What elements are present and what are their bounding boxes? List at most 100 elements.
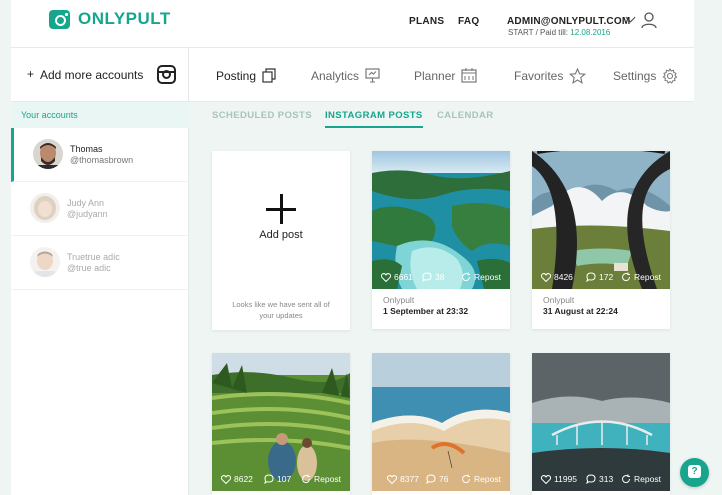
repost-button[interactable]: Repost xyxy=(461,272,501,282)
account-handle: @judyann xyxy=(67,209,108,219)
post-card[interactable]: 11995 313 Repost xyxy=(532,353,670,495)
tab-planner[interactable]: Planner xyxy=(414,68,477,83)
tab-posting[interactable]: Posting xyxy=(216,68,277,83)
plus-icon xyxy=(266,194,296,224)
post-stats: 8426 172 Repost xyxy=(532,263,670,289)
post-date: 1 September at 23:32 xyxy=(383,306,469,316)
comment-icon xyxy=(426,474,436,484)
tab-label: Posting xyxy=(216,68,257,83)
add-post-note: Looks like we have sent all of your upda… xyxy=(232,300,330,320)
likes-stat: 6661 xyxy=(381,272,413,282)
your-accounts-header: Your accounts xyxy=(11,102,189,128)
tab-analytics[interactable]: Analytics xyxy=(311,68,380,83)
repost-label: Repost xyxy=(474,474,501,484)
post-account: Onlypult xyxy=(383,295,415,305)
post-stats: 11995 313 Repost xyxy=(532,465,670,491)
likes-count: 8622 xyxy=(234,474,253,484)
presentation-icon xyxy=(365,68,380,83)
account-item-truetrue-adic[interactable]: Truetrue adic @true adic xyxy=(11,236,189,290)
tab-favorites[interactable]: Favorites xyxy=(514,68,587,84)
post-card[interactable]: 8377 76 Repost xyxy=(372,353,510,495)
add-accounts-label: Add more accounts xyxy=(40,68,144,82)
add-post-card[interactable]: Add post Looks like we have sent all of … xyxy=(212,151,350,330)
nav-plans-link[interactable]: PLANS xyxy=(409,16,444,27)
comments-stat: 38 xyxy=(422,272,444,282)
account-name: Thomas xyxy=(70,144,103,154)
account-email[interactable]: ADMIN@ONLYPULT.COM xyxy=(507,16,630,27)
comment-icon xyxy=(586,474,596,484)
repost-icon xyxy=(462,272,471,282)
likes-stat: 11995 xyxy=(541,474,577,484)
user-icon[interactable] xyxy=(641,12,657,29)
post-card[interactable]: 8426 172 Repost Onlypult 31 August at 22… xyxy=(532,151,670,329)
heart-icon xyxy=(541,474,551,484)
comment-icon xyxy=(422,272,432,282)
calendar-icon xyxy=(461,68,477,83)
repost-icon xyxy=(302,474,311,484)
repost-button[interactable]: Repost xyxy=(301,474,341,484)
tab-settings[interactable]: Settings xyxy=(613,68,678,84)
sidebar: + Add more accounts Your accounts Thomas… xyxy=(11,48,189,495)
comments-count: 76 xyxy=(439,474,449,484)
subtab-scheduled-posts[interactable]: SCHEDULED POSTS xyxy=(212,110,312,121)
repost-button[interactable]: Repost xyxy=(621,272,661,282)
brand-name: ONLYPULT xyxy=(78,9,171,28)
nav-faq-link[interactable]: FAQ xyxy=(458,16,479,27)
comment-icon xyxy=(586,272,596,282)
account-name: Truetrue adic xyxy=(67,252,120,262)
tab-label: Planner xyxy=(414,68,456,83)
account-handle: @true adic xyxy=(67,263,111,273)
logo[interactable]: ONLYPULT xyxy=(49,9,171,29)
help-chat-button[interactable]: ? xyxy=(680,458,709,487)
heart-icon xyxy=(381,272,391,282)
repost-label: Repost xyxy=(634,474,661,484)
account-plan: START / Paid till: 12.08.2016 xyxy=(508,28,610,37)
comment-icon xyxy=(264,474,274,484)
comments-stat: 172 xyxy=(586,272,613,282)
subtab-instagram-posts[interactable]: INSTAGRAM POSTS xyxy=(325,110,423,128)
likes-count: 8426 xyxy=(554,272,573,282)
copy-icon xyxy=(262,68,276,83)
plus-icon: + xyxy=(27,67,35,81)
comments-stat: 76 xyxy=(426,474,448,484)
star-icon xyxy=(569,68,587,84)
comments-count: 313 xyxy=(599,474,614,484)
account-item-judy-ann[interactable]: Judy Ann @judyann xyxy=(11,182,189,236)
post-account: Onlypult xyxy=(543,295,575,305)
plan-label: START / Paid till: xyxy=(508,28,569,37)
paid-till-date: 12.08.2016 xyxy=(570,28,611,37)
your-accounts-label: Your accounts xyxy=(21,110,78,120)
post-stats: 8622 107 Repost xyxy=(212,465,350,491)
repost-label: Repost xyxy=(474,272,501,282)
post-stats: 8377 76 Repost xyxy=(372,465,510,491)
likes-stat: 8426 xyxy=(541,272,573,282)
main-tabs: Posting Analytics Planner Favorites Sett… xyxy=(189,48,694,102)
heart-icon xyxy=(221,474,231,484)
likes-count: 11995 xyxy=(554,474,578,484)
add-accounts-button[interactable]: + Add more accounts xyxy=(11,48,189,102)
likes-stat: 8622 xyxy=(221,474,253,484)
tab-label: Analytics xyxy=(311,68,360,83)
add-post-label: Add post xyxy=(259,229,303,241)
instagram-icon[interactable] xyxy=(157,65,176,84)
comments-stat: 107 xyxy=(264,474,291,484)
repost-icon xyxy=(462,474,471,484)
avatar xyxy=(30,193,60,223)
account-item-thomas[interactable]: Thomas @thomasbrown xyxy=(11,128,189,182)
likes-count: 6661 xyxy=(394,272,413,282)
repost-button[interactable]: Repost xyxy=(461,474,501,484)
account-name: Judy Ann xyxy=(67,198,105,208)
repost-button[interactable]: Repost xyxy=(621,474,661,484)
repost-icon xyxy=(622,474,631,484)
subtab-calendar[interactable]: CALENDAR xyxy=(437,110,494,121)
gear-icon xyxy=(662,68,678,84)
repost-label: Repost xyxy=(634,272,661,282)
likes-stat: 8377 xyxy=(387,474,419,484)
repost-icon xyxy=(622,272,631,282)
heart-icon xyxy=(541,272,551,282)
comments-count: 38 xyxy=(435,272,445,282)
post-card[interactable]: 6661 38 Repost Onlypult 1 September at 2… xyxy=(372,151,510,329)
post-card[interactable]: 8622 107 Repost xyxy=(212,353,350,495)
post-date: 31 August at 22:24 xyxy=(543,306,618,316)
camera-logo-icon xyxy=(49,9,70,29)
